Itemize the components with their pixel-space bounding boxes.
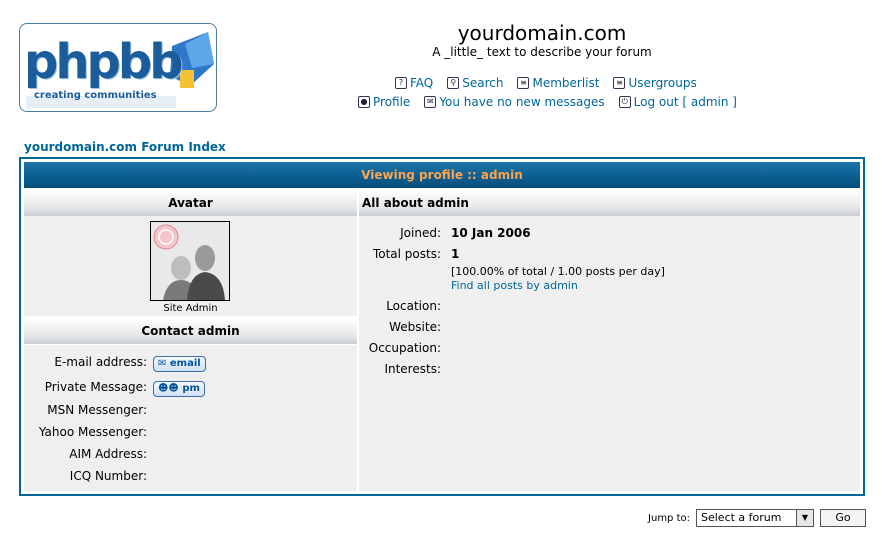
website-label: Website: xyxy=(389,320,441,334)
profile-header: Viewing profile :: admin xyxy=(24,162,860,188)
logo-tagline: creating communities xyxy=(34,90,157,101)
nav-faq[interactable]: ? FAQ xyxy=(395,76,433,90)
email-button[interactable]: ✉ email xyxy=(153,355,206,372)
profile-left-column: Avatar Site Admin Contact admin E-mail a… xyxy=(24,190,357,491)
nav-messages[interactable]: ✉ You have no new messages xyxy=(424,95,605,109)
usergroups-icon: ≡ xyxy=(613,77,626,89)
jump-label: Jump to: xyxy=(648,512,690,524)
nav-faq-label: FAQ xyxy=(410,76,434,90)
joined-label: Joined: xyxy=(400,226,441,240)
pm-label: Private Message: xyxy=(44,380,147,394)
users-icon: ☻☻ xyxy=(158,383,179,394)
chevron-down-icon: ▼ xyxy=(796,510,813,526)
main-nav-bottom: ● Profile ✉ You have no new messages ⏻ L… xyxy=(358,95,737,109)
joined-value: 10 Jan 2006 xyxy=(451,226,531,240)
occupation-label: Occupation: xyxy=(368,341,441,355)
nav-messages-label: You have no new messages xyxy=(439,95,605,109)
nav-profile-label: Profile xyxy=(373,95,411,109)
memberlist-icon: ≡ xyxy=(517,77,530,89)
about-rows: Joined: 10 Jan 2006 Total posts: 1 [100.… xyxy=(359,216,860,491)
email-label: E-mail address: xyxy=(54,355,147,369)
main-nav-top: ? FAQ ⚲ Search ≡ Memberlist ≡ Usergroups xyxy=(395,76,697,90)
profile-right-column: All about admin Joined: 10 Jan 2006 Tota… xyxy=(359,190,860,491)
msn-label: MSN Messenger: xyxy=(47,403,147,417)
site-title: yourdomain.com xyxy=(457,21,627,45)
yahoo-label: Yahoo Messenger: xyxy=(38,425,147,439)
nav-logout-label: Log out [ admin ] xyxy=(633,95,737,109)
avatar xyxy=(150,221,230,301)
jump-box: Jump to: Select a forum ▼ Go xyxy=(648,509,866,527)
email-icon: ✉ xyxy=(158,358,167,369)
site-logo[interactable]: phpbb creating communities xyxy=(19,23,217,112)
user-rank: Site Admin xyxy=(163,303,218,314)
contact-cell: E-mail address: ✉ email Private Message:… xyxy=(24,345,357,491)
avatar-photo xyxy=(151,222,229,300)
search-icon: ⚲ xyxy=(447,77,460,89)
nav-profile[interactable]: ● Profile xyxy=(358,95,410,109)
contact-heading: Contact admin xyxy=(24,318,357,344)
nav-search[interactable]: ⚲ Search xyxy=(447,76,503,90)
icq-label: ICQ Number: xyxy=(69,469,147,483)
nav-memberlist[interactable]: ≡ Memberlist xyxy=(517,76,599,90)
posts-label: Total posts: xyxy=(372,247,441,261)
go-button[interactable]: Go xyxy=(820,509,866,527)
email-button-label: email xyxy=(169,358,201,369)
forum-select[interactable]: Select a forum ▼ xyxy=(696,509,814,527)
nav-search-label: Search xyxy=(462,76,504,90)
avatar-heading: Avatar xyxy=(24,190,357,216)
pm-button[interactable]: ☻☻ pm xyxy=(153,380,205,397)
interests-label: Interests: xyxy=(384,362,441,376)
logo-text: phpbb xyxy=(24,34,184,90)
nav-logout[interactable]: ⏻ Log out [ admin ] xyxy=(618,95,737,109)
aim-label: AIM Address: xyxy=(69,447,147,461)
nav-usergroups[interactable]: ≡ Usergroups xyxy=(613,76,697,90)
site-description: A _little_ text to describe your forum xyxy=(432,45,652,59)
find-posts-link[interactable]: Find all posts by admin xyxy=(451,279,578,292)
messages-icon: ✉ xyxy=(424,96,437,108)
profile-icon: ● xyxy=(358,96,370,108)
location-label: Location: xyxy=(386,299,441,313)
logout-icon: ⏻ xyxy=(618,96,631,108)
breadcrumb-forum-index[interactable]: yourdomain.com Forum Index xyxy=(24,140,226,154)
pm-button-label: pm xyxy=(182,383,200,394)
nav-usergroups-label: Usergroups xyxy=(628,76,697,90)
posts-stats: [100.00% of total / 1.00 posts per day] xyxy=(451,265,665,278)
faq-icon: ? xyxy=(395,77,407,89)
posts-value: 1 xyxy=(451,247,460,261)
forum-select-value: Select a forum xyxy=(701,511,782,524)
profile-table: Viewing profile :: admin Avatar Site Adm… xyxy=(19,157,865,496)
nav-memberlist-label: Memberlist xyxy=(532,76,600,90)
about-heading: All about admin xyxy=(359,190,860,216)
avatar-cell: Site Admin xyxy=(24,216,357,316)
